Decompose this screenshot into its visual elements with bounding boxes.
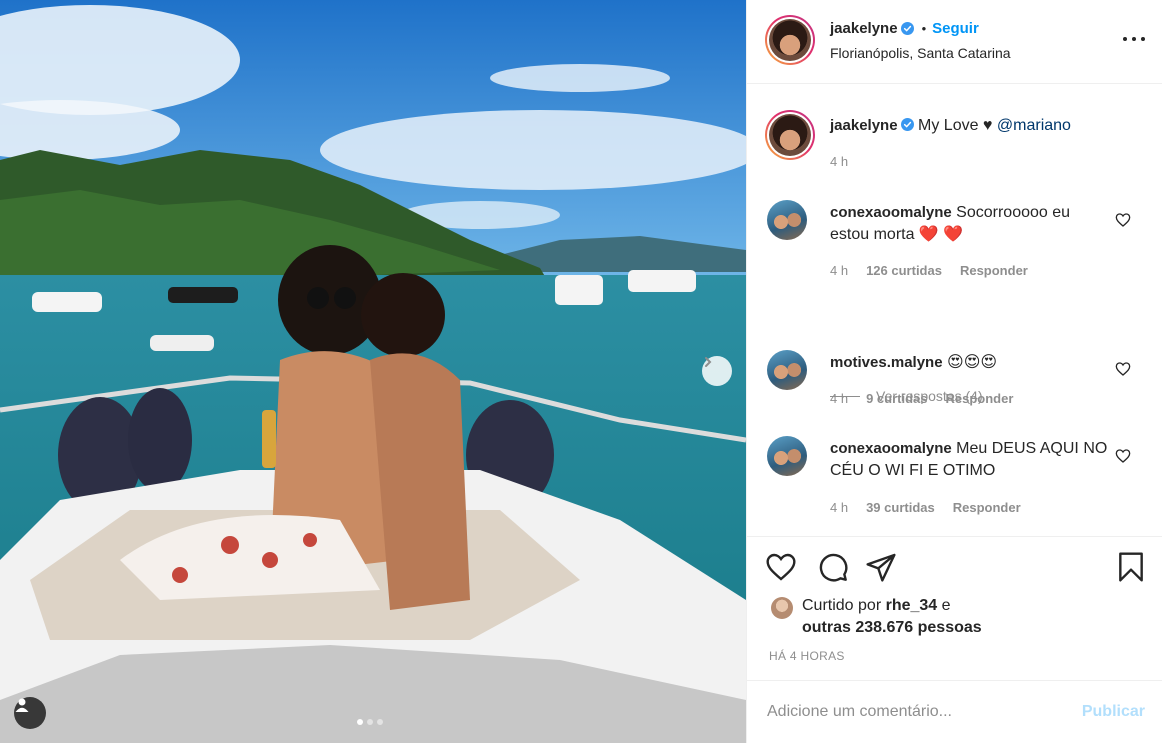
comment-username[interactable]: conexaoomalyne (830, 204, 952, 221)
follow-button[interactable]: Seguir (932, 20, 979, 37)
post-photo[interactable] (0, 0, 746, 743)
comment-icon[interactable] (817, 551, 849, 583)
comment-like-heart-icon[interactable] (1115, 361, 1131, 377)
carousel-dot (357, 719, 363, 725)
likes-summary: Curtido por rhe_34 e outras 238.676 pess… (802, 595, 982, 639)
comment-avatar[interactable] (767, 436, 807, 476)
publish-button[interactable]: Publicar (1082, 703, 1145, 721)
reply-button[interactable]: Responder (946, 391, 1014, 406)
post-actions: Curtido por rhe_34 e outras 238.676 pess… (747, 536, 1162, 678)
share-icon[interactable] (865, 551, 897, 583)
next-photo-button[interactable] (702, 356, 732, 386)
comment-time[interactable]: 4 h (830, 500, 848, 515)
comment-body: conexaoomalyne Socorrooooo eu estou mort… (830, 202, 1110, 246)
comment-likes[interactable]: 39 curtidas (866, 500, 935, 515)
comment-input[interactable] (767, 699, 1067, 725)
bookmark-icon[interactable] (1115, 551, 1147, 583)
reply-button[interactable]: Responder (960, 263, 1028, 278)
author-username[interactable]: jaakelyne (830, 20, 898, 37)
comment-time[interactable]: 4 h (830, 391, 848, 406)
more-options-icon[interactable] (1123, 30, 1145, 48)
comment-avatar[interactable] (767, 200, 807, 240)
separator-bullet: • (921, 21, 927, 36)
likes-prefix: Curtido por (802, 597, 882, 614)
author-line: jaakelyne • Seguir (830, 20, 979, 37)
comment-meta: 4 h 9 curtidas Responder (830, 391, 1013, 406)
caption-username[interactable]: jaakelyne (830, 117, 898, 134)
reply-button[interactable]: Responder (953, 500, 1021, 515)
comment-like-heart-icon[interactable] (1115, 212, 1131, 228)
carousel-dot (367, 719, 373, 725)
comment-username[interactable]: conexaoomalyne (830, 440, 952, 457)
liker-avatar[interactable] (771, 597, 793, 619)
caption-meta: 4 h (830, 154, 848, 169)
comment-meta: 4 h 126 curtidas Responder (830, 263, 1028, 278)
comment-likes[interactable]: 126 curtidas (866, 263, 942, 278)
carousel-dot (377, 719, 383, 725)
add-comment-bar: Publicar (747, 680, 1162, 743)
verified-badge-icon (900, 118, 914, 131)
comment-avatar[interactable] (767, 350, 807, 390)
author-avatar[interactable] (765, 15, 815, 65)
caption-mention-link[interactable]: @mariano (997, 117, 1071, 134)
verified-badge-icon (900, 22, 914, 35)
post-header: jaakelyne • Seguir Florianópolis, Santa … (747, 0, 1162, 84)
comment-meta: 4 h 39 curtidas Responder (830, 500, 1021, 515)
carousel-indicator (357, 719, 383, 725)
comment-time[interactable]: 4 h (830, 263, 848, 278)
post-timestamp[interactable]: HÁ 4 HORAS (769, 649, 845, 663)
liker-username[interactable]: rhe_34 (886, 597, 938, 614)
heart-icon[interactable] (765, 551, 797, 583)
caption-author-avatar[interactable] (765, 110, 815, 160)
comment-body: conexaoomalyne Meu DEUS AQUI NO CÉU O WI… (830, 438, 1110, 482)
user-tag-button[interactable] (14, 697, 46, 729)
photo-scene (0, 0, 746, 743)
comment-text: 😍😍😍 (947, 354, 998, 371)
comment-like-heart-icon[interactable] (1115, 448, 1131, 464)
comment-username[interactable]: motives.malyne (830, 354, 943, 371)
caption-time[interactable]: 4 h (830, 154, 848, 169)
post-caption: jaakelyne My Love ♥ @mariano (830, 117, 1071, 135)
comment-likes[interactable]: 9 curtidas (866, 391, 927, 406)
user-tag-icon (15, 698, 29, 712)
caption-text: My Love ♥ (918, 117, 993, 134)
likes-conjunction: e (941, 597, 951, 614)
chevron-right-icon (705, 357, 712, 367)
comment-body: motives.malyne 😍😍😍 (830, 352, 1110, 374)
likes-count-button[interactable]: outras 238.676 pessoas (802, 619, 982, 636)
post-location[interactable]: Florianópolis, Santa Catarina (830, 45, 1011, 61)
comments-section: jaakelyne My Love ♥ @mariano 4 h conexao… (747, 84, 1162, 534)
post-side-panel: jaakelyne • Seguir Florianópolis, Santa … (746, 0, 1162, 743)
